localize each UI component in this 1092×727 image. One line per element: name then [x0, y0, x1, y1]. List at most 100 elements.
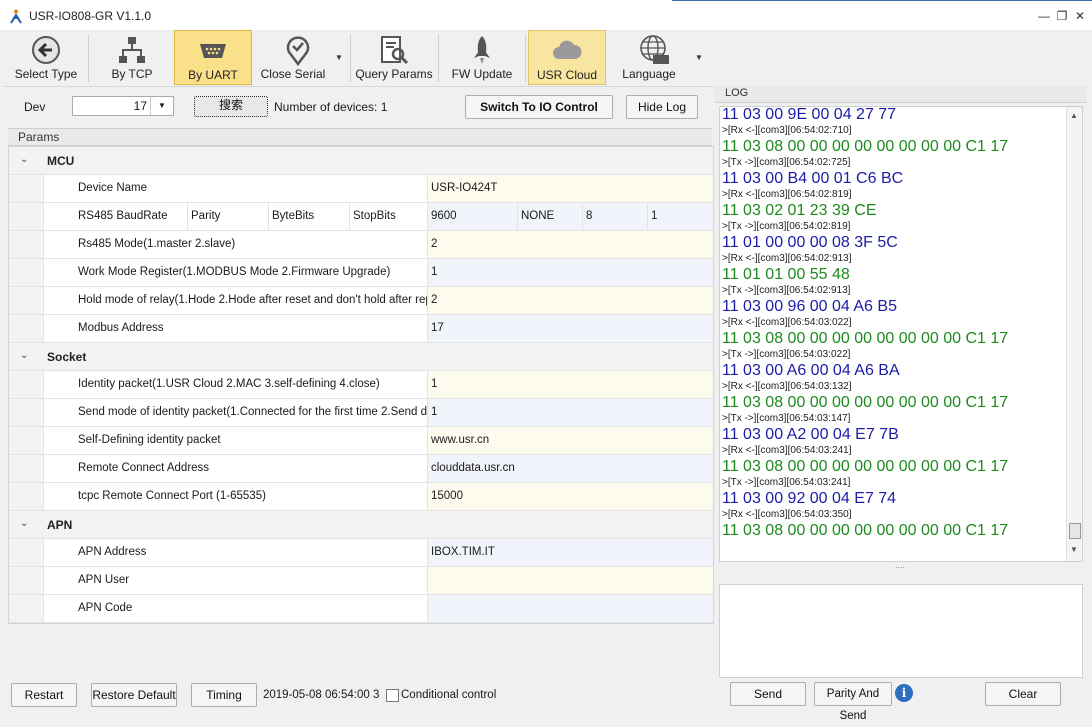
- param-row[interactable]: Work Mode Register(1.MODBUS Mode 2.Firmw…: [9, 259, 713, 287]
- param-name: tcpc Remote Connect Port (1-65535): [43, 483, 427, 510]
- param-value[interactable]: 15000: [427, 483, 713, 510]
- close-window-button[interactable]: ✕: [1072, 9, 1088, 23]
- params-panel: Dev 17 ▼ 搜索 Number of devices: 1 Switch …: [4, 88, 714, 678]
- param-row[interactable]: Identity packet(1.USR Cloud 2.MAC 3.self…: [9, 371, 713, 399]
- info-icon[interactable]: i: [895, 684, 913, 702]
- conditional-control-label[interactable]: Conditional control: [401, 689, 496, 701]
- section-title: MCU: [47, 154, 75, 168]
- section-mcu[interactable]: ⌄ MCU: [9, 147, 713, 175]
- row-gutter: [9, 455, 43, 482]
- log-header-label: LOG: [725, 87, 749, 99]
- toolbar-separator: [88, 34, 89, 82]
- param-row[interactable]: APN Address IBOX.TIM.IT: [9, 539, 713, 567]
- row-gutter: [9, 483, 43, 510]
- restore-button[interactable]: ❐: [1054, 9, 1070, 23]
- log-scrollbar[interactable]: ▲ ▼: [1066, 107, 1082, 561]
- send-button[interactable]: Send: [730, 682, 806, 706]
- param-name: Work Mode Register(1.MODBUS Mode 2.Firmw…: [43, 259, 427, 286]
- conditional-control-checkbox[interactable]: [386, 689, 399, 702]
- chevron-down-icon[interactable]: ▼: [150, 97, 173, 115]
- rocket-icon: [474, 36, 490, 64]
- restore-default-button[interactable]: Restore Default: [91, 683, 177, 707]
- language-button[interactable]: Language: [612, 30, 696, 85]
- param-row[interactable]: tcpc Remote Connect Port (1-65535) 15000: [9, 483, 713, 511]
- log-meta-line: >[Rx <-][com3][06:54:03:022]: [722, 317, 852, 328]
- log-meta-line: >[Tx ->][com3][06:54:02:819]: [722, 221, 851, 232]
- usr-cloud-button[interactable]: USR Cloud: [528, 30, 606, 85]
- scroll-down-icon[interactable]: ▼: [1070, 545, 1078, 554]
- bytebits-value[interactable]: 8: [582, 203, 647, 230]
- param-value[interactable]: 1: [427, 371, 713, 398]
- param-value[interactable]: [427, 595, 713, 622]
- parity-name: Parity: [187, 203, 268, 230]
- language-dropdown-icon[interactable]: ▼: [695, 53, 703, 62]
- param-row[interactable]: Rs485 Mode(1.master 2.slave) 2: [9, 231, 713, 259]
- collapse-icon[interactable]: ⌄: [20, 518, 28, 529]
- toolbar: Select Type By TCP By UART Close Serial …: [4, 30, 1088, 87]
- param-name: Modbus Address: [43, 315, 427, 342]
- row-gutter: [9, 399, 43, 426]
- param-row[interactable]: APN Code: [9, 595, 713, 623]
- network-icon: [119, 37, 145, 63]
- minimize-button[interactable]: —: [1036, 9, 1052, 23]
- row-gutter: [9, 595, 43, 622]
- select-type-button[interactable]: Select Type: [8, 30, 84, 85]
- param-name: Send mode of identity packet(1.Connected…: [43, 399, 427, 426]
- collapse-icon[interactable]: ⌄: [20, 154, 28, 165]
- timing-button[interactable]: Timing: [191, 683, 257, 707]
- param-row[interactable]: APN User: [9, 567, 713, 595]
- param-row[interactable]: Hold mode of relay(1.Hode 2.Hode after r…: [9, 287, 713, 315]
- param-name: APN Code: [43, 595, 427, 622]
- param-value[interactable]: 2: [427, 287, 713, 314]
- section-socket[interactable]: ⌄ Socket: [9, 343, 713, 371]
- log-tx-line: 11 01 01 00 55 48: [722, 266, 850, 283]
- param-row[interactable]: Remote Connect Address clouddata.usr.cn: [9, 455, 713, 483]
- params-header: Params: [8, 128, 712, 146]
- log-splitter[interactable]: ....: [719, 561, 1081, 570]
- switch-io-control-button[interactable]: Switch To IO Control: [465, 95, 613, 119]
- stopbits-value[interactable]: 1: [647, 203, 713, 230]
- param-value[interactable]: [427, 567, 713, 594]
- param-value[interactable]: 1: [427, 399, 713, 426]
- fw-update-label: FW Update: [451, 67, 513, 81]
- param-row[interactable]: Send mode of identity packet(1.Connected…: [9, 399, 713, 427]
- param-row[interactable]: Modbus Address 17: [9, 315, 713, 343]
- collapse-icon[interactable]: ⌄: [20, 350, 28, 361]
- by-tcp-button[interactable]: By TCP: [94, 30, 170, 85]
- log-meta-line: >[Rx <-][com3][06:54:02:710]: [722, 125, 852, 136]
- scroll-thumb[interactable]: [1069, 523, 1081, 539]
- section-apn[interactable]: ⌄ APN: [9, 511, 713, 539]
- param-value[interactable]: 1: [427, 259, 713, 286]
- search-button[interactable]: 搜索: [194, 96, 268, 117]
- param-value[interactable]: USR-IO424T: [427, 175, 713, 202]
- clear-button[interactable]: Clear: [985, 682, 1061, 706]
- log-meta-line: >[Rx <-][com3][06:54:03:132]: [722, 381, 852, 392]
- parity-and-send-button[interactable]: Parity And Send: [814, 682, 892, 722]
- hide-log-button[interactable]: Hide Log: [626, 95, 698, 119]
- close-serial-button[interactable]: Close Serial: [256, 30, 340, 85]
- log-meta-line: >[Rx <-][com3][06:54:02:913]: [722, 253, 852, 264]
- row-gutter: [9, 287, 43, 314]
- send-input[interactable]: [719, 584, 1083, 678]
- close-serial-dropdown-icon[interactable]: ▼: [335, 53, 343, 62]
- toolbar-separator: [438, 34, 439, 82]
- scroll-up-icon[interactable]: ▲: [1070, 111, 1078, 120]
- baud-value[interactable]: 9600: [427, 203, 517, 230]
- param-row[interactable]: Device Name USR-IO424T: [9, 175, 713, 203]
- param-value[interactable]: clouddata.usr.cn: [427, 455, 713, 482]
- top-accent-line: [672, 0, 1092, 1]
- query-params-button[interactable]: Query Params: [354, 30, 434, 85]
- param-row[interactable]: Self-Defining identity packet www.usr.cn: [9, 427, 713, 455]
- param-value[interactable]: IBOX.TIM.IT: [427, 539, 713, 566]
- param-value[interactable]: 2: [427, 231, 713, 258]
- fw-update-button[interactable]: FW Update: [442, 30, 522, 85]
- log-tx-line: 11 03 02 01 23 39 CE: [722, 202, 877, 219]
- restart-button[interactable]: Restart: [11, 683, 77, 707]
- parity-value[interactable]: NONE: [517, 203, 582, 230]
- param-value[interactable]: 17: [427, 315, 713, 342]
- param-row-serial[interactable]: RS485 BaudRate Parity ByteBits StopBits …: [9, 203, 713, 231]
- by-uart-button[interactable]: By UART: [174, 30, 252, 85]
- param-value[interactable]: www.usr.cn: [427, 427, 713, 454]
- log-output[interactable]: 11 03 00 9E 00 04 27 77 >[Rx <-][com3][06…: [719, 106, 1083, 562]
- dev-combo[interactable]: 17 ▼: [72, 96, 174, 116]
